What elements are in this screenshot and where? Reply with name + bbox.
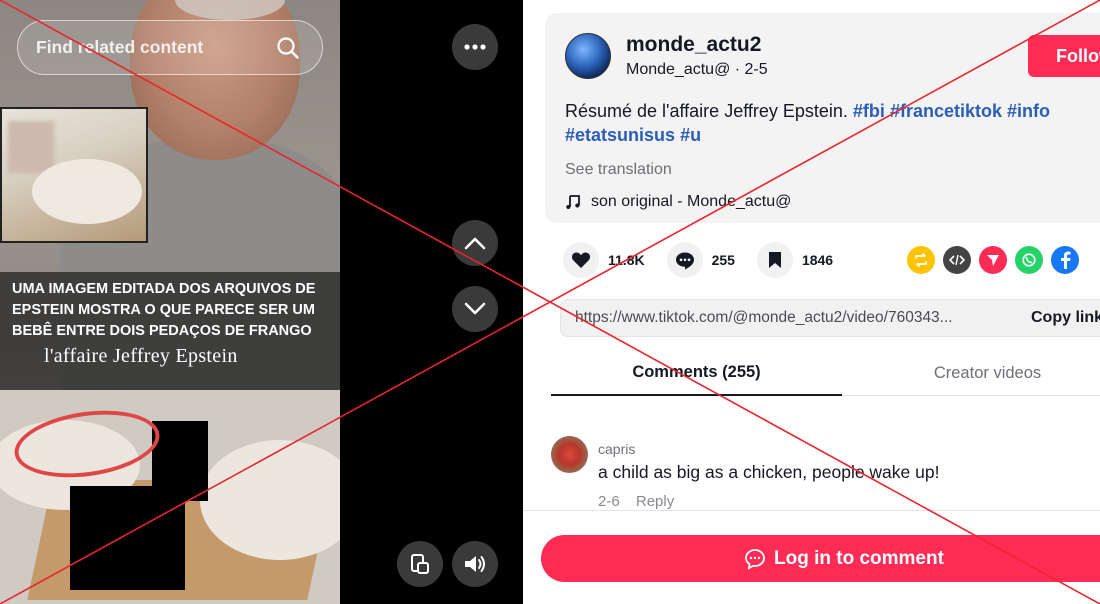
volume-button[interactable] [452,541,498,587]
previous-video-button[interactable] [452,220,498,266]
comment-date: 2-6 [598,493,620,510]
pip-icon [411,554,429,574]
chevron-up-icon [464,237,486,250]
blurred-region [8,121,54,173]
comment-bubble-icon [745,548,765,570]
comment-footer: Log in to comment [523,510,1100,604]
description-text: Résumé de l'affaire Jeffrey Epstein. [565,101,853,121]
login-to-comment-button[interactable]: Log in to comment [541,535,1100,582]
bookmark-icon[interactable] [756,242,793,278]
hashtag-link[interactable]: #francetiktok [890,101,1002,121]
tab-creator-videos[interactable]: Creator videos [842,350,1100,396]
music-title[interactable]: son original - Monde_actu@ [591,193,791,211]
see-translation-link[interactable]: See translation [565,161,672,179]
commenter-avatar[interactable] [551,436,588,473]
tab-comments[interactable]: Comments (255) [551,350,842,396]
search-icon[interactable] [268,28,308,68]
hashtag-link[interactable]: #u [680,125,701,145]
save-button[interactable]: 1846 [756,242,834,278]
speaker-icon [465,556,485,572]
comment-button[interactable]: 255 [666,242,735,278]
video-caption-title: l'affaire Jeffrey Epstein [44,345,238,367]
post-description: Résumé de l'affaire Jeffrey Epstein. #fb… [565,99,1100,147]
commenter-name[interactable]: capris [598,441,635,457]
repost-icon[interactable] [907,246,935,274]
chicken-image [32,159,142,224]
music-note-icon [566,195,580,209]
related-search-bar[interactable]: Find related content [17,20,323,75]
hashtag-link[interactable]: #fbi [853,101,885,121]
author-username[interactable]: monde_actu2 [626,33,761,57]
share-link-bar: https://www.tiktok.com/@monde_actu2/vide… [560,299,1100,337]
floating-player-button[interactable] [397,541,443,587]
facebook-icon[interactable] [1051,246,1079,274]
heart-icon[interactable] [563,242,599,278]
comment-count: 255 [711,252,735,268]
like-count: 11.8K [608,252,645,268]
video-inset-image [0,107,148,243]
like-button[interactable]: 11.8K [563,242,645,278]
related-search-placeholder[interactable]: Find related content [36,37,268,58]
hashtag-link[interactable]: #etatsunisus [565,125,675,145]
chevron-down-icon [464,302,486,315]
embed-icon[interactable] [943,246,971,274]
post-info-card: monde_actu2 Monde_actu@ · 2-5 Follow Rés… [545,13,1100,223]
hashtag-link[interactable]: #info [1007,101,1050,121]
more-options-button[interactable] [452,24,498,70]
next-video-button[interactable] [452,286,498,332]
comment-tabs: Comments (255) Creator videos [551,350,1100,396]
follow-button[interactable]: Follow [1028,35,1100,77]
reply-button[interactable]: Reply [636,493,674,510]
video-side-rail [340,0,523,604]
music-link[interactable]: son original - Monde_actu@ [565,193,791,211]
avatar[interactable] [565,33,611,79]
share-icons [907,246,1079,274]
video-player[interactable]: UMA IMAGEM EDITADA DOS ARQUIVOS DE EPSTE… [0,0,340,604]
video-caption-text: UMA IMAGEM EDITADA DOS ARQUIVOS DE EPSTE… [12,281,316,339]
comment-meta: 2-6 Reply [598,493,686,510]
redaction-block [70,486,185,590]
post-details-panel: monde_actu2 Monde_actu@ · 2-5 Follow Rés… [523,0,1100,604]
whatsapp-icon[interactable] [1015,246,1043,274]
login-to-comment-label[interactable]: Log in to comment [774,548,944,570]
author-handle-date: Monde_actu@ · 2-5 [626,61,768,78]
comment-text: a child as big as a chicken, people wake… [598,462,940,482]
engagement-bar: 11.8K 255 1846 [563,242,855,278]
save-count: 1846 [801,252,834,268]
video-url[interactable]: https://www.tiktok.com/@monde_actu2/vide… [575,309,1015,327]
more-dots-icon [464,44,486,50]
tiktok-video-page: UMA IMAGEM EDITADA DOS ARQUIVOS DE EPSTE… [0,0,1100,604]
copy-link-button[interactable]: Copy link [1031,309,1100,327]
comment-icon[interactable] [666,242,703,278]
send-icon[interactable] [979,246,1007,274]
